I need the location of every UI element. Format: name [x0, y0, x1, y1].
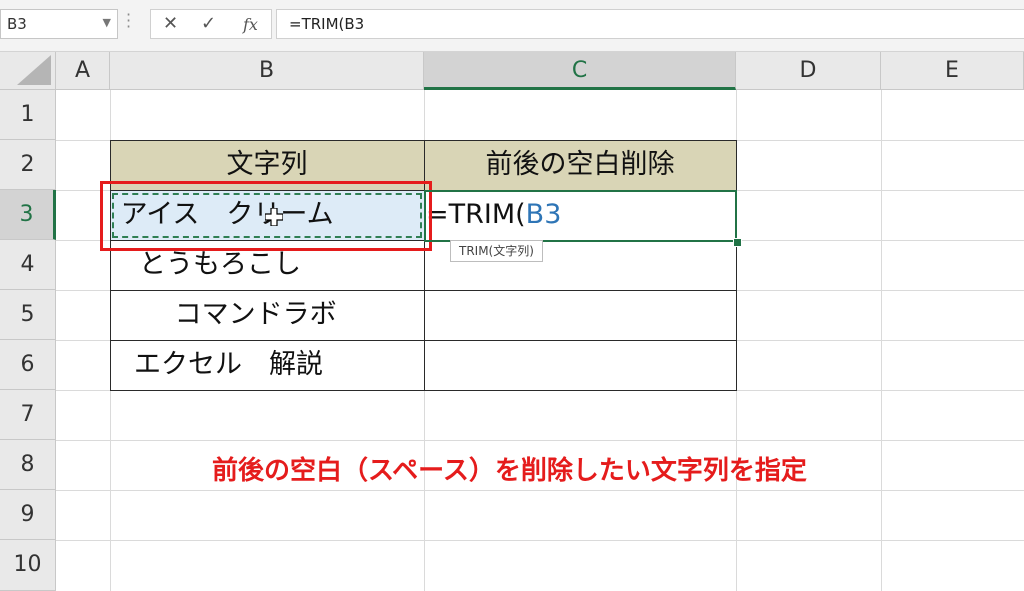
column-header-b[interactable]: B — [110, 52, 424, 90]
gridline — [56, 490, 1024, 491]
chevron-down-icon[interactable]: ▼ — [103, 16, 111, 29]
row-header-1[interactable]: 1 — [0, 90, 56, 140]
column-header-e[interactable]: E — [881, 52, 1024, 90]
table-border — [110, 390, 737, 391]
row-header-2[interactable]: 2 — [0, 140, 56, 190]
select-all-button[interactable] — [0, 52, 56, 90]
drag-handle-icon[interactable]: · · · — [126, 7, 132, 35]
row-header-3[interactable]: 3 — [0, 190, 56, 240]
row-header-7[interactable]: 7 — [0, 390, 56, 440]
cell-c5[interactable] — [424, 291, 736, 340]
column-header-c[interactable]: C — [424, 52, 736, 90]
select-all-triangle-icon — [17, 55, 51, 85]
cell-c2[interactable]: 前後の空白削除 — [424, 141, 736, 190]
column-header-d[interactable]: D — [736, 52, 881, 90]
formula-buttons: ✕ ✓ fx — [150, 9, 272, 39]
cell-b5[interactable]: コマンドラボ — [112, 291, 424, 340]
row-header-8[interactable]: 8 — [0, 440, 56, 490]
row-header-4[interactable]: 4 — [0, 240, 56, 290]
table-border — [110, 140, 111, 390]
formula-bar: B3 ▼ · · · ✕ ✓ fx =TRIM(B3 — [0, 0, 1024, 52]
row-header-5[interactable]: 5 — [0, 290, 56, 340]
formula-text: =TRIM(B3 — [289, 15, 365, 33]
insert-function-icon[interactable]: fx — [243, 15, 258, 34]
formula-input[interactable]: =TRIM(B3 — [276, 9, 1024, 39]
cancel-icon[interactable]: ✕ — [163, 13, 178, 34]
table-border — [424, 140, 425, 390]
column-header-a[interactable]: A — [56, 52, 110, 90]
row-header-6[interactable]: 6 — [0, 340, 56, 390]
table-border — [736, 140, 737, 390]
gridline — [881, 90, 882, 591]
name-box[interactable]: B3 ▼ — [0, 9, 118, 39]
annotation-text: 前後の空白（スペース）を削除したい文字列を指定 — [212, 456, 807, 486]
row-header-10[interactable]: 10 — [0, 540, 56, 591]
fill-handle[interactable] — [733, 238, 742, 247]
gridline — [56, 440, 1024, 441]
function-tooltip[interactable]: TRIM(文字列) — [450, 240, 543, 262]
name-box-value: B3 — [7, 15, 27, 33]
gridline — [56, 540, 1024, 541]
cell-b6[interactable]: エクセル 解説 — [134, 341, 424, 390]
cross-cursor-icon — [264, 207, 284, 230]
active-cell-border — [424, 190, 737, 242]
row-header-9[interactable]: 9 — [0, 490, 56, 540]
enter-icon[interactable]: ✓ — [201, 13, 216, 34]
cell-c6[interactable] — [424, 341, 736, 390]
